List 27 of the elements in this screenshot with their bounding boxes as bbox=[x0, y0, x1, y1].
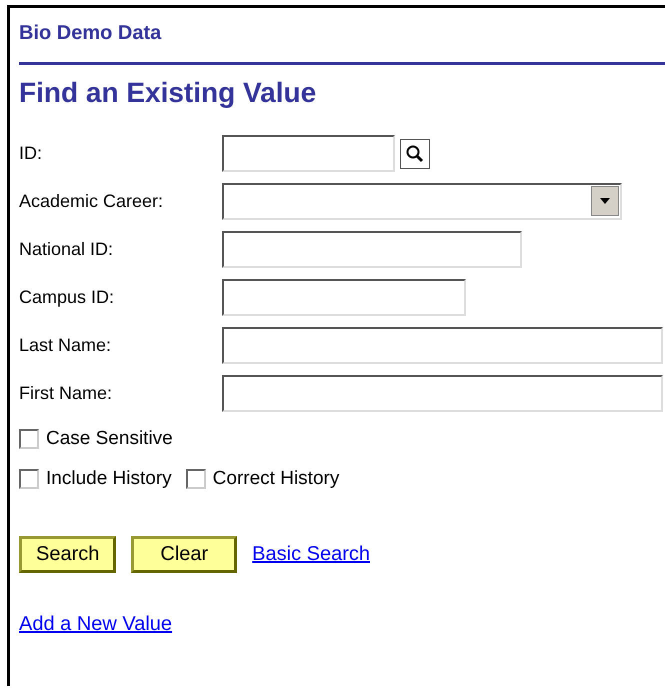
field-label: ID: bbox=[19, 143, 44, 164]
input-field[interactable] bbox=[222, 279, 466, 316]
checkbox-label: Include History bbox=[46, 468, 172, 490]
add-new-value-link[interactable]: Add a New Value bbox=[19, 613, 172, 636]
field-label: Last Name: bbox=[19, 335, 112, 356]
input-field[interactable] bbox=[222, 327, 663, 364]
page-title: Bio Demo Data bbox=[19, 22, 162, 46]
page-heading: Find an Existing Value bbox=[19, 77, 318, 109]
field-label: National ID: bbox=[19, 239, 114, 260]
input-field[interactable] bbox=[222, 231, 522, 268]
input-field[interactable] bbox=[222, 375, 663, 412]
checkbox-label: Case Sensitive bbox=[46, 428, 173, 450]
basic-search-link[interactable]: Basic Search bbox=[252, 543, 370, 566]
field-label: Academic Career: bbox=[19, 191, 164, 212]
checkbox-label: Correct History bbox=[212, 468, 340, 490]
checkbox[interactable] bbox=[19, 429, 39, 449]
caret-icon bbox=[600, 198, 610, 204]
field-label: First Name: bbox=[19, 383, 114, 404]
checkbox[interactable] bbox=[19, 469, 39, 489]
clear-button[interactable]: Clear bbox=[131, 536, 238, 573]
dropdown-field[interactable] bbox=[222, 183, 622, 220]
search-button[interactable]: Search bbox=[19, 536, 116, 573]
search-icon bbox=[405, 144, 425, 164]
lookup-button[interactable] bbox=[400, 138, 430, 168]
checkbox[interactable] bbox=[186, 469, 206, 489]
field-label: Campus ID: bbox=[19, 287, 116, 308]
input-field[interactable] bbox=[222, 135, 395, 172]
